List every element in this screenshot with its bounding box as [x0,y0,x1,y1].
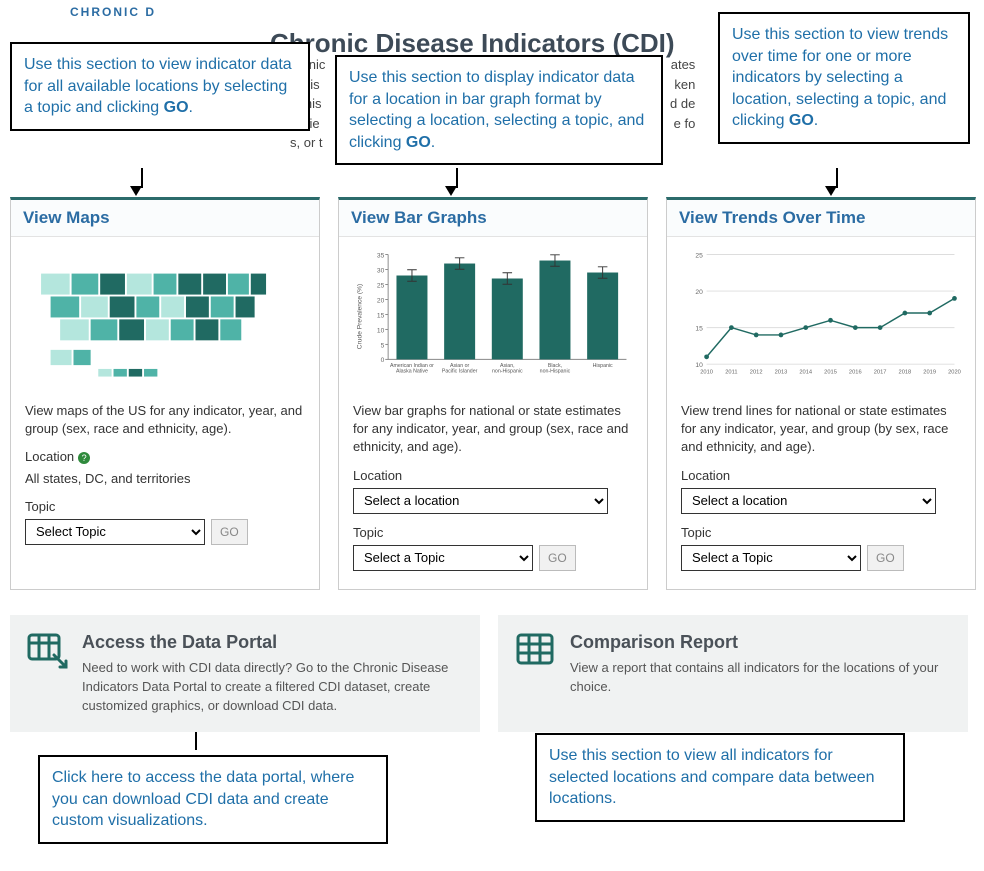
logo-text: CHRONIC D [70,5,156,19]
arrow-down-icon [445,186,457,196]
card-view-maps: View Maps [10,197,320,590]
arrow-down-icon [130,186,142,196]
svg-text:15: 15 [695,325,703,332]
card-title: View Bar Graphs [339,200,647,237]
svg-text:30: 30 [377,267,385,274]
callout-maps: Use this section to view indicator data … [10,42,310,131]
svg-text:Black,non-Hispanic: Black,non-Hispanic [540,363,571,375]
info-title: Access the Data Portal [82,629,464,655]
topic-select[interactable]: Select Topic [25,519,205,545]
svg-text:0: 0 [381,357,385,364]
intro-text-right: ates ken d de e fo [670,55,695,133]
svg-text:20: 20 [695,289,703,296]
callout-trends: Use this section to view trends over tim… [718,12,970,144]
svg-text:Crude Prevalence (%): Crude Prevalence (%) [356,284,363,349]
svg-text:2012: 2012 [750,370,763,376]
location-select[interactable]: Select a location [681,488,936,514]
comparison-report-icon [514,629,556,697]
topic-select[interactable]: Select a Topic [681,545,861,571]
svg-text:2018: 2018 [899,370,912,376]
arrow-down-icon [825,186,837,196]
svg-text:10: 10 [377,327,385,334]
svg-text:2014: 2014 [799,370,813,376]
callout-bars: Use this section to display indicator da… [335,55,663,165]
svg-text:35: 35 [377,252,385,259]
svg-text:2013: 2013 [775,370,788,376]
bar-chart-thumbnail: 0 5 10 15 20 25 30 35 Crude Prevalence (%) Americ… [339,237,647,392]
topic-label: Topic [353,524,633,542]
topic-select[interactable]: Select a Topic [353,545,533,571]
help-icon[interactable]: ? [78,452,90,464]
go-button[interactable]: GO [867,545,904,571]
location-label: Location? [25,448,305,466]
svg-text:25: 25 [695,252,703,259]
svg-text:2011: 2011 [725,370,737,376]
svg-text:2019: 2019 [923,370,936,376]
svg-text:10: 10 [695,362,703,369]
map-thumbnail [11,237,319,392]
svg-text:2017: 2017 [874,370,887,376]
card-desc: View bar graphs for national or state es… [353,402,633,457]
card-title: View Trends Over Time [667,200,975,237]
callout-comparison: Use this section to view all indicators … [535,733,905,822]
svg-text:2016: 2016 [849,370,862,376]
svg-text:15: 15 [377,312,385,319]
data-portal-icon [26,629,68,716]
location-value: All states, DC, and territories [25,470,305,488]
info-title: Comparison Report [570,629,952,655]
location-label: Location [681,467,961,485]
location-select[interactable]: Select a location [353,488,608,514]
svg-text:2010: 2010 [700,370,713,376]
svg-text:Asian orPacific Islander: Asian orPacific Islander [442,363,478,375]
card-data-portal[interactable]: Access the Data Portal Need to work with… [10,615,480,732]
card-view-trends: View Trends Over Time 10 15 20 25 2010 2011 20… [666,197,976,590]
go-button[interactable]: GO [211,519,248,545]
info-desc: Need to work with CDI data directly? Go … [82,659,464,716]
callout-data-portal: Click here to access the data portal, wh… [38,755,388,844]
line-chart-thumbnail: 10 15 20 25 2010 2011 2012 2013 2014 2015 2016 2017… [667,237,975,392]
svg-text:Hispanic: Hispanic [593,363,613,369]
svg-text:American Indian orAlaska Nativ: American Indian orAlaska Native [390,363,434,375]
card-title: View Maps [11,200,319,237]
card-desc: View trend lines for national or state e… [681,402,961,457]
svg-text:2020: 2020 [948,370,961,376]
card-desc: View maps of the US for any indicator, y… [25,402,305,438]
location-label: Location [353,467,633,485]
card-view-bar-graphs: View Bar Graphs 0 5 10 15 20 25 30 35 Crude Prev… [338,197,648,590]
svg-text:Asian,non-Hispanic: Asian,non-Hispanic [492,363,523,375]
svg-text:20: 20 [377,297,385,304]
info-desc: View a report that contains all indicato… [570,659,952,697]
svg-text:25: 25 [377,282,385,289]
go-button[interactable]: GO [539,545,576,571]
svg-text:2015: 2015 [824,370,837,376]
topic-label: Topic [681,524,961,542]
svg-text:5: 5 [381,342,385,349]
topic-label: Topic [25,498,305,516]
card-comparison-report[interactable]: Comparison Report View a report that con… [498,615,968,732]
